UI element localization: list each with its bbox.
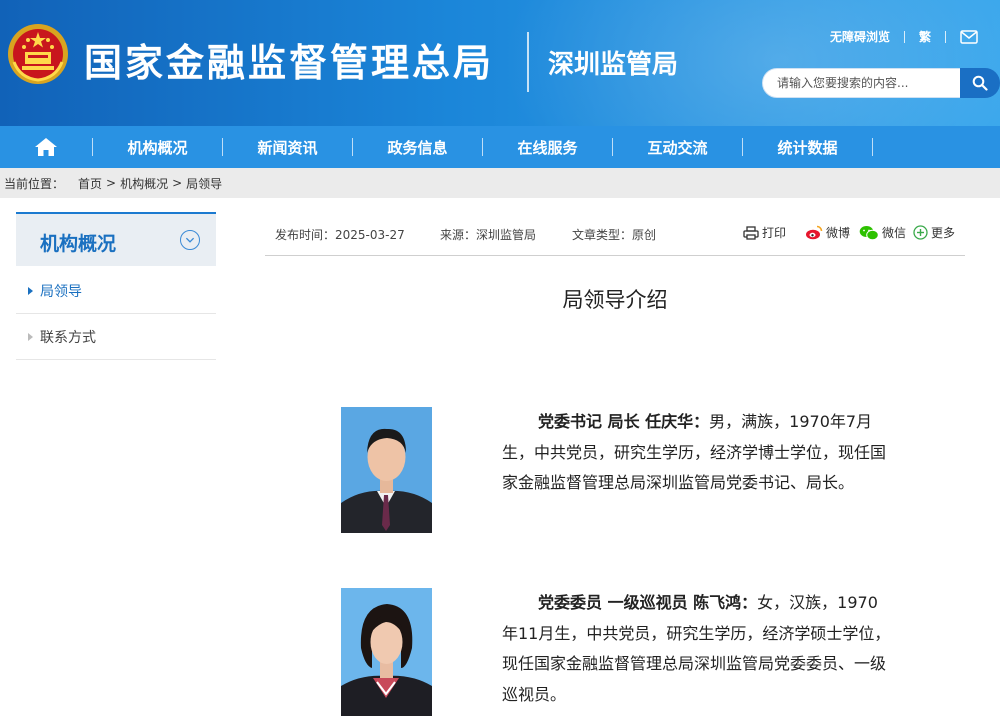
top-link-divider — [903, 30, 905, 43]
main-nav: 机构概况 新闻资讯 政务信息 在线服务 互动交流 统计数据 — [0, 126, 1000, 168]
search-icon — [972, 75, 988, 91]
active-marker-icon — [28, 287, 33, 295]
leader-bio-1: 党委书记 局长 任庆华：男，满族，1970年7月生，中共党员，研究生学历，经济学… — [502, 407, 892, 499]
top-links: 无障碍浏览 繁 — [830, 28, 978, 45]
print-label: 打印 — [762, 226, 787, 240]
publish-time: 发布时间：2025-03-27 — [275, 228, 405, 242]
wechat-share-button[interactable]: 微信 — [859, 224, 906, 241]
wechat-icon — [859, 225, 879, 240]
sidebar-item-leaders[interactable]: 局领导 — [16, 268, 216, 314]
weibo-label: 微博 — [826, 226, 851, 240]
wechat-label: 微信 — [882, 226, 907, 240]
breadcrumb-current[interactable]: 局领导 — [186, 175, 222, 192]
header-divider — [527, 32, 529, 92]
nav-divider — [872, 138, 873, 156]
home-button[interactable] — [0, 126, 92, 168]
breadcrumb: 当前位置： 首页 > 机构概况 > 局领导 — [0, 168, 1000, 198]
leader-portrait-image — [341, 407, 432, 533]
home-icon — [35, 138, 57, 156]
breadcrumb-separator: > — [106, 176, 117, 190]
bullet-marker-icon — [28, 333, 33, 341]
national-emblem-icon[interactable] — [6, 22, 70, 86]
sidebar-item-contact[interactable]: 联系方式 — [16, 314, 216, 360]
chevron-down-icon[interactable] — [180, 230, 200, 250]
traditional-chinese-link[interactable]: 繁 — [919, 28, 931, 45]
mail-icon[interactable] — [960, 29, 978, 44]
sidebar-item-label: 联系方式 — [40, 329, 96, 346]
search-box — [762, 68, 1000, 98]
search-button[interactable] — [960, 68, 1000, 98]
plus-icon — [913, 225, 928, 240]
sidebar-item-label: 局领导 — [40, 283, 82, 300]
weibo-icon — [806, 225, 823, 240]
leader-photo-1 — [341, 407, 432, 533]
print-button[interactable]: 打印 — [743, 224, 786, 241]
article-type: 文章类型：原创 — [572, 228, 657, 242]
site-title[interactable]: 国家金融监督管理总局 — [84, 32, 494, 87]
article-meta: 发布时间：2025-03-27 来源：深圳监管局 文章类型：原创 打印 微博 微… — [265, 216, 965, 256]
leader-portrait-image — [341, 588, 432, 716]
accessibility-link[interactable]: 无障碍浏览 — [830, 28, 890, 45]
printer-icon — [743, 225, 759, 240]
leader-bio-2: 党委委员 一级巡视员 陈飞鸿：女，汉族，1970年11月生，中共党员，研究生学历… — [502, 588, 892, 710]
more-label: 更多 — [931, 226, 956, 240]
sidebar-header: 机构概况 — [16, 212, 216, 266]
article-source: 来源：深圳监管局 — [440, 228, 537, 242]
nav-item-statistics[interactable]: 统计数据 — [743, 137, 872, 158]
leader-role-name: 党委书记 局长 任庆华： — [538, 412, 710, 431]
breadcrumb-org-overview[interactable]: 机构概况 — [120, 175, 168, 192]
site-header: 国家金融监督管理总局 深圳监管局 无障碍浏览 繁 — [0, 0, 1000, 126]
top-link-divider — [945, 30, 946, 43]
breadcrumb-separator: > — [172, 176, 183, 190]
sidebar-title: 机构概况 — [40, 233, 117, 255]
breadcrumb-home[interactable]: 首页 — [78, 175, 102, 192]
article-title: 局领导介绍 — [562, 288, 668, 312]
nav-item-government-info[interactable]: 政务信息 — [353, 137, 482, 158]
weibo-share-button[interactable]: 微博 — [805, 224, 850, 241]
leader-role-name: 党委委员 一级巡视员 陈飞鸿： — [538, 593, 758, 612]
nav-item-interaction[interactable]: 互动交流 — [613, 137, 742, 158]
sub-title[interactable]: 深圳监管局 — [548, 44, 678, 81]
breadcrumb-label: 当前位置： — [4, 176, 65, 191]
nav-item-online-services[interactable]: 在线服务 — [483, 137, 612, 158]
more-share-button[interactable]: 更多 — [913, 224, 955, 241]
search-input[interactable] — [762, 68, 962, 98]
nav-item-news[interactable]: 新闻资讯 — [223, 137, 352, 158]
nav-item-org-overview[interactable]: 机构概况 — [93, 137, 222, 158]
leader-photo-2 — [341, 588, 432, 716]
